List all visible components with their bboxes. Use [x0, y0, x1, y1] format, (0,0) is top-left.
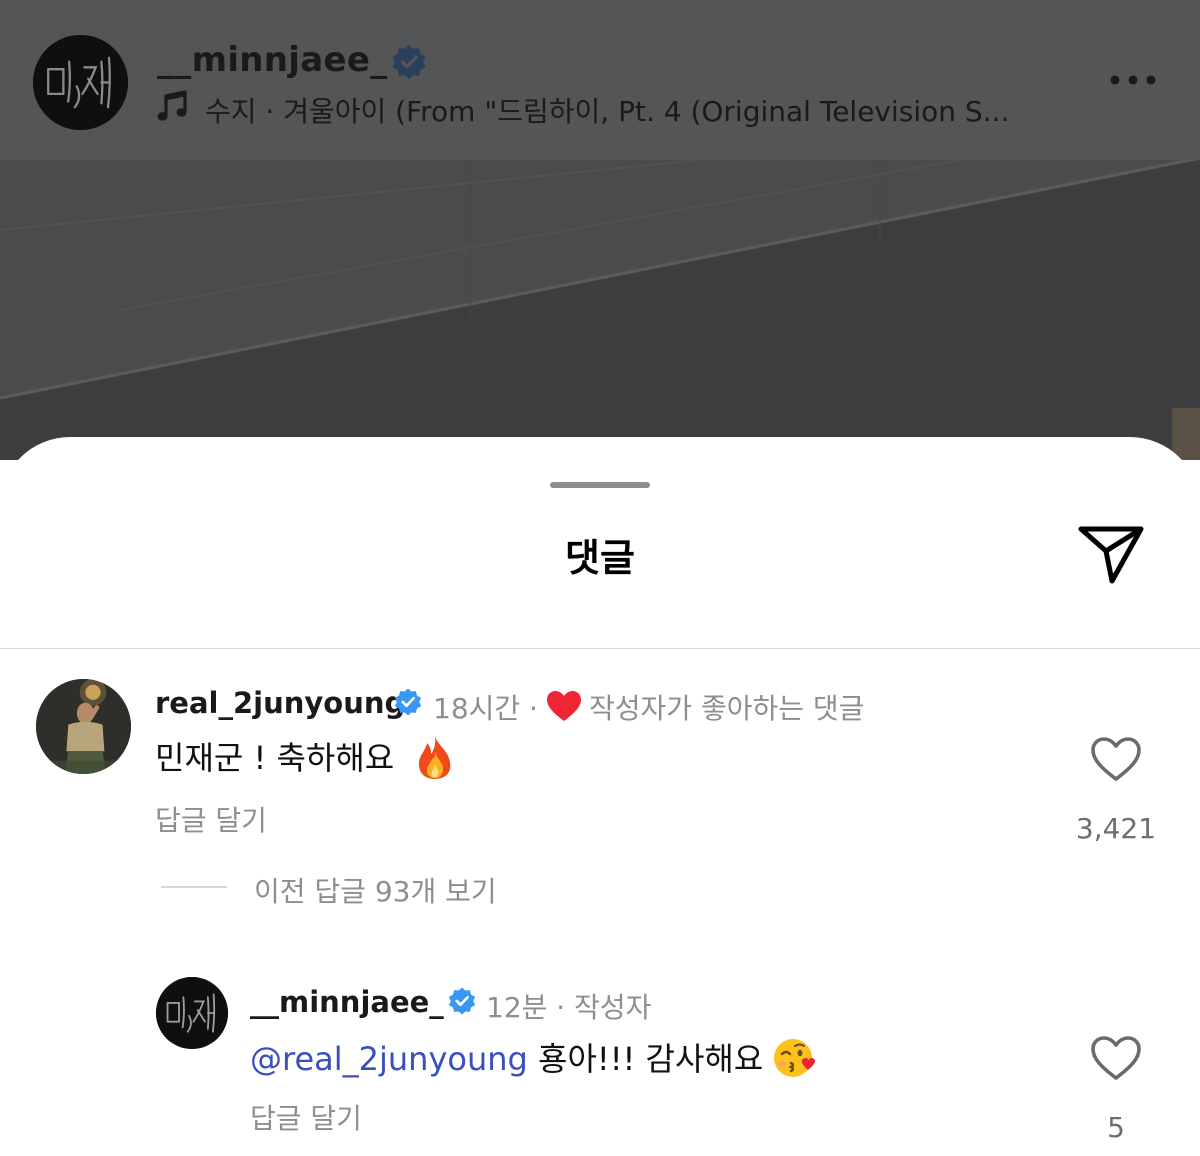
reply-time: 12분 — [486, 991, 548, 1024]
replies-thread-line — [161, 886, 227, 888]
reply-meta: 12분 · 작성자 — [486, 986, 651, 1026]
author-tag: 작성자 — [574, 991, 652, 1024]
photo-ceiling-image — [0, 160, 1200, 460]
meta-separator: · — [547, 991, 575, 1024]
verified-badge-icon — [394, 688, 422, 716]
comment-time: 18시간 — [433, 692, 521, 725]
reply-username[interactable]: __minnjaee_ — [250, 985, 444, 1019]
face-blowing-kiss-emoji-icon — [774, 1039, 816, 1077]
paper-plane-icon[interactable] — [1076, 521, 1146, 587]
like-heart-icon[interactable] — [1090, 736, 1142, 782]
like-heart-icon[interactable] — [1090, 1035, 1142, 1081]
signature-logo — [156, 977, 228, 1049]
commenter-avatar[interactable] — [36, 679, 131, 774]
liked-by-author-label: 작성자가 좋아하는 댓글 — [589, 692, 865, 725]
view-previous-replies-button[interactable]: 이전 답글 93개 보기 — [254, 870, 497, 910]
sheet-title: 댓글 — [565, 536, 635, 580]
meta-separator: · — [520, 692, 538, 725]
comment-text: 민재군 ! 축하해요 — [155, 733, 456, 780]
like-count: 3,421 — [1075, 812, 1157, 845]
more-options-icon[interactable] — [1108, 64, 1158, 94]
comments-sheet: 댓글 real_2junyoung 18시간 · 작성자가 좋아하는 댓글 민재… — [0, 437, 1200, 1156]
reply-button[interactable]: 답글 달기 — [250, 1097, 362, 1137]
sheet-grabber-handle[interactable] — [550, 482, 650, 488]
post-header: __minnjaee_ 수지 · 겨울아이 (From "드림하이, Pt. 4… — [0, 0, 1200, 160]
reply-body: 횽아!!! 감사해요 — [538, 1040, 764, 1078]
verified-badge-icon — [448, 987, 476, 1015]
reply-author-avatar[interactable] — [156, 977, 228, 1049]
post-author-username[interactable]: __minnjaee_ — [157, 40, 388, 80]
mention-link[interactable]: @real_2junyoung — [250, 1040, 528, 1078]
comment-body: 민재군 ! 축하해요 — [155, 739, 395, 777]
like-count: 5 — [1107, 1111, 1125, 1144]
music-track-label[interactable]: 수지 · 겨울아이 (From "드림하이, Pt. 4 (Original T… — [205, 90, 1045, 130]
liked-by-author-heart-icon — [547, 691, 581, 721]
reply-button[interactable]: 답글 달기 — [155, 799, 267, 839]
signature-logo — [33, 35, 128, 130]
music-note-icon — [157, 90, 187, 121]
comment-meta: 18시간 · — [433, 687, 538, 727]
fire-emoji-icon — [419, 736, 451, 779]
sheet-divider — [0, 648, 1200, 649]
post-photo — [0, 160, 1200, 460]
commenter-photo — [36, 679, 131, 774]
comment-username[interactable]: real_2junyoung — [155, 686, 405, 720]
verified-badge-icon — [392, 44, 426, 80]
reply-text: @real_2junyoung 횽아!!! 감사해요 — [250, 1034, 817, 1080]
author-avatar[interactable] — [33, 35, 128, 130]
